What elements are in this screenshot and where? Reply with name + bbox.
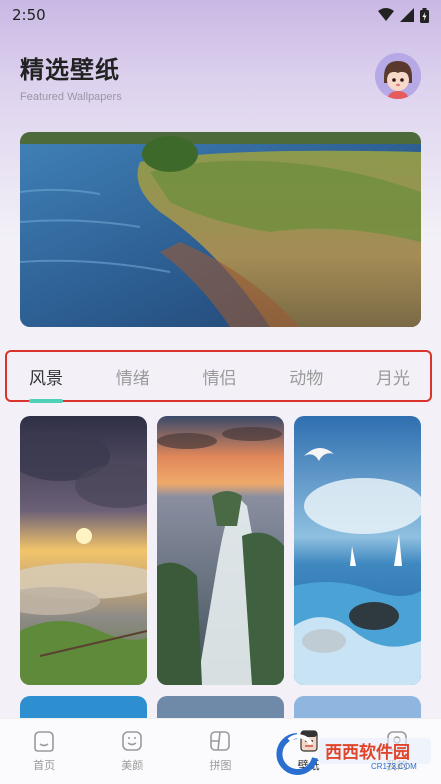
featured-banner-image[interactable]	[20, 132, 421, 327]
nav-beauty-label: 美颜	[121, 759, 144, 772]
wifi-icon	[378, 8, 394, 21]
page-title: 精选壁纸	[20, 56, 120, 84]
watermark-subtext: CR173.COM	[371, 762, 417, 771]
collage-icon	[210, 731, 231, 751]
tab-moonlight[interactable]: 月光	[374, 360, 412, 393]
beauty-icon	[122, 731, 143, 751]
avatar[interactable]	[375, 53, 421, 99]
nav-home[interactable]: 首页	[14, 729, 74, 773]
wallpaper-card-sunset-clouds[interactable]	[20, 416, 147, 685]
category-tabs: 风景 情绪 情侣 动物 月光	[5, 350, 432, 403]
tab-moonlight-label: 月光	[376, 368, 410, 389]
tab-animal[interactable]: 动物	[287, 360, 325, 393]
tab-couple-label: 情侣	[202, 368, 237, 389]
battery-icon	[420, 7, 429, 23]
tab-scenery[interactable]: 风景	[27, 360, 65, 403]
page-header: 精选壁纸 Featured Wallpapers	[20, 50, 122, 103]
status-time: 2:50	[12, 6, 46, 24]
tab-mood-label: 情绪	[115, 368, 150, 389]
avatar-icon	[375, 53, 421, 99]
tab-mood[interactable]: 情绪	[114, 360, 152, 393]
watermark-text: 西西软件园	[325, 743, 410, 763]
signal-icon	[400, 8, 414, 22]
nav-beauty[interactable]: 美颜	[102, 729, 162, 773]
nav-collage-label: 拼图	[209, 759, 232, 772]
page-subtitle: Featured Wallpapers	[20, 91, 122, 103]
status-bar: 2:50	[0, 0, 441, 30]
watermark-logo: 西西软件园 CR173.COM	[275, 728, 435, 778]
wallpaper-card-seagull-sea[interactable]	[294, 416, 421, 685]
wallpaper-card-coast-rocks[interactable]	[157, 416, 284, 685]
tab-scenery-label: 风景	[29, 368, 63, 389]
nav-home-label: 首页	[33, 759, 56, 772]
tab-animal-label: 动物	[289, 368, 324, 389]
status-icons	[378, 7, 429, 23]
nav-collage[interactable]: 拼图	[190, 729, 250, 773]
tab-couple[interactable]: 情侣	[201, 360, 239, 393]
active-tab-indicator	[29, 398, 63, 403]
home-icon	[34, 731, 54, 752]
